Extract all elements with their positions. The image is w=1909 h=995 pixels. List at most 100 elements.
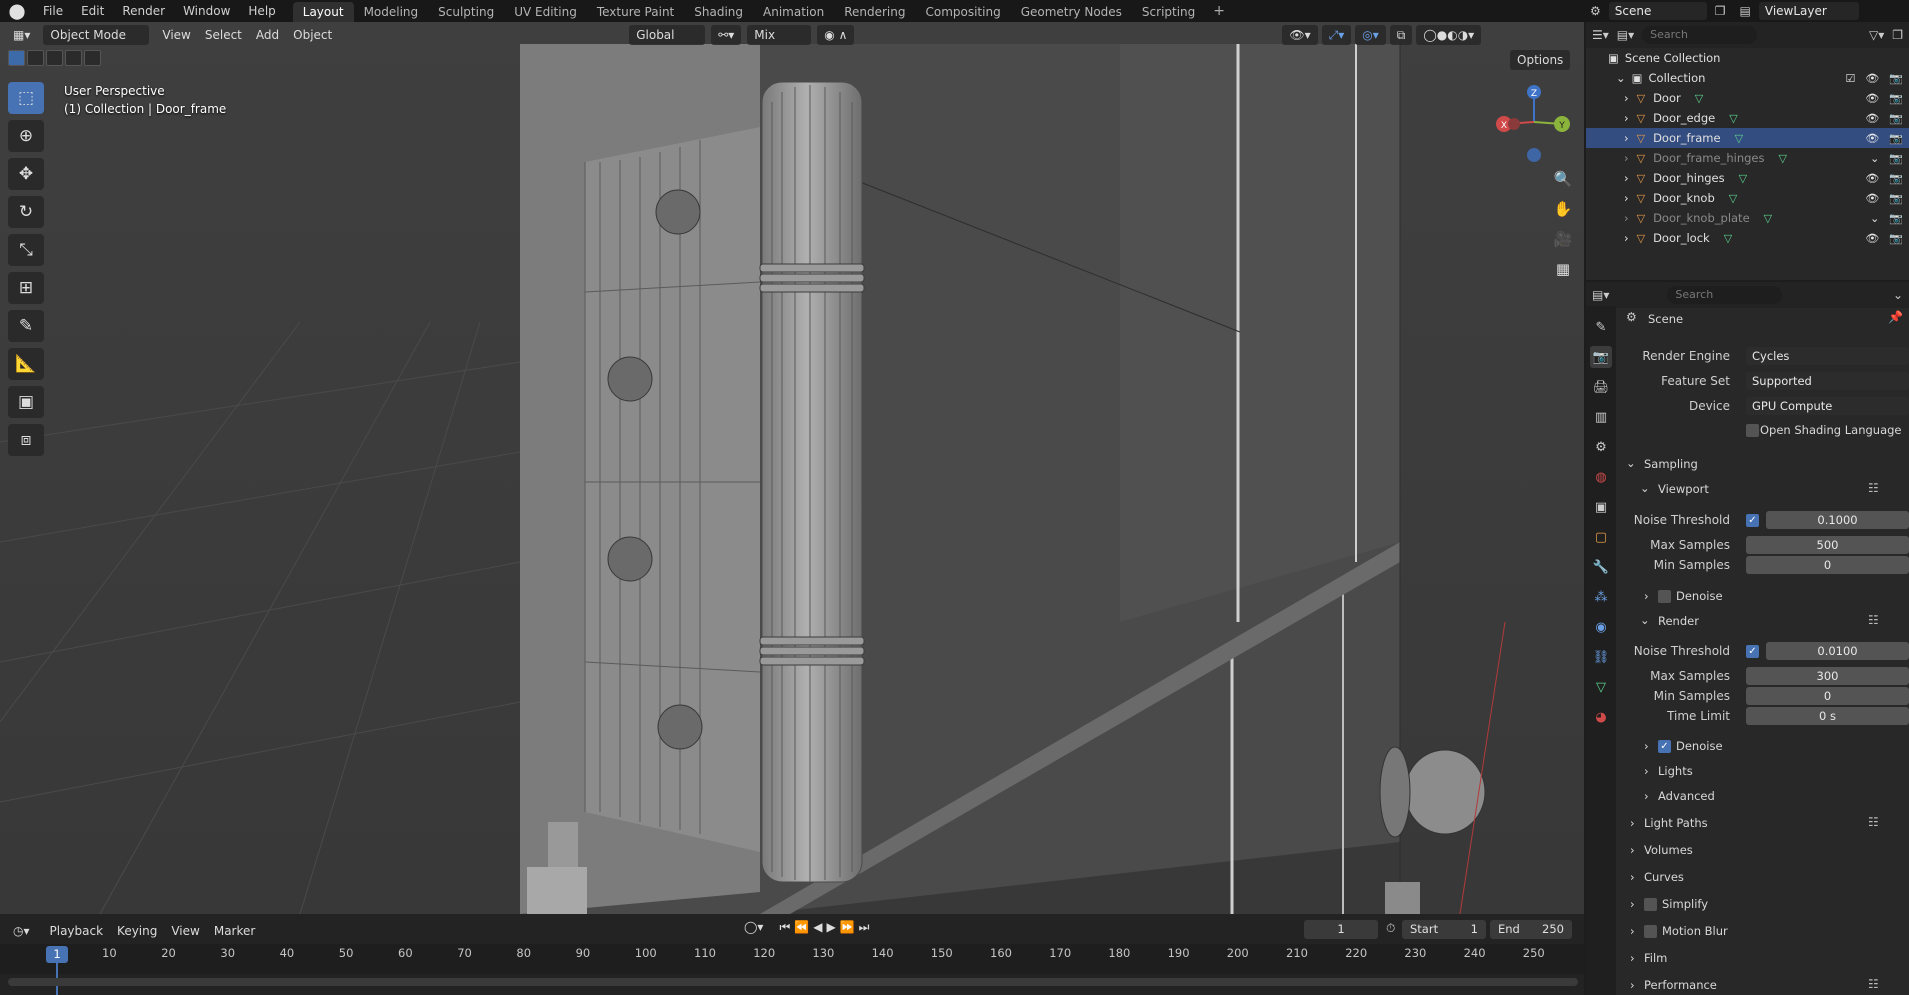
timeline-menu-view[interactable]: View [164, 921, 206, 941]
next-keyframe-icon[interactable]: ⏩ [840, 920, 855, 935]
camera-icon[interactable]: 📷 [1889, 192, 1903, 205]
select-new-icon[interactable] [8, 50, 25, 66]
chevron-right-icon[interactable]: › [1644, 589, 1649, 603]
select-box-tool-icon[interactable]: ⬚ [8, 82, 44, 114]
filter-icon[interactable]: ▽▾ [1869, 28, 1884, 42]
display-mode-icon[interactable]: ▤▾ [1617, 28, 1634, 42]
viewport-menu-view[interactable]: View [155, 25, 197, 45]
feature-set-dropdown[interactable]: Supported [1746, 372, 1909, 390]
tab-texture-paint[interactable]: Texture Paint [587, 2, 684, 22]
list-icon-4[interactable]: ☷ [1868, 977, 1879, 991]
viewport-menu-add[interactable]: Add [249, 25, 286, 45]
jump-start-icon[interactable]: ⏮ [779, 920, 790, 935]
viewport-menu-object[interactable]: Object [286, 25, 339, 45]
current-frame-field[interactable]: 1 [1304, 920, 1378, 939]
data-tab-icon[interactable]: ▽ [1590, 676, 1612, 698]
outliner-editor-icon[interactable]: ☰▾ [1592, 28, 1609, 42]
viewport-chevron-icon[interactable]: ⌄ [1640, 481, 1650, 495]
select-extend-icon[interactable] [27, 50, 44, 66]
properties-search-input[interactable]: Search [1667, 286, 1783, 304]
chevron-right-icon[interactable]: › [1644, 789, 1649, 803]
simplify-checkbox[interactable] [1644, 898, 1657, 911]
simplify-section[interactable]: Simplify [1662, 897, 1708, 911]
list-icon-3[interactable]: ☷ [1868, 815, 1879, 829]
play-reverse-icon[interactable]: ◀ [813, 920, 822, 935]
render-chevron-icon[interactable]: ⌄ [1640, 613, 1650, 627]
time-limit-field[interactable]: 0 s [1746, 707, 1909, 725]
collection-tab-icon[interactable]: ▣ [1590, 496, 1612, 518]
chevron-right-icon[interactable]: › [1624, 91, 1629, 105]
osl-checkbox[interactable] [1746, 424, 1759, 437]
r-max-field[interactable]: 300 [1746, 667, 1909, 685]
curves-section[interactable]: Curves [1644, 870, 1684, 884]
view-layer-field[interactable]: ViewLayer [1758, 2, 1859, 20]
scale-tool-icon[interactable]: ⤡ [8, 234, 44, 266]
menu-file[interactable]: File [34, 0, 72, 22]
transform-orientation-dropdown[interactable]: Global [629, 25, 706, 45]
tab-modeling[interactable]: Modeling [354, 2, 429, 22]
advanced-section[interactable]: Advanced [1658, 789, 1715, 803]
tab-layout[interactable]: Layout [292, 2, 354, 22]
cursor-tool-icon[interactable]: ⊕ [8, 120, 44, 152]
tab-shading[interactable]: Shading [684, 2, 753, 22]
outliner-row-door-knob[interactable]: › ▽ Door_knob ▽ 👁 📷 [1586, 188, 1909, 208]
chevron-right-icon[interactable]: › [1644, 764, 1649, 778]
eye-icon[interactable]: 👁 [1865, 92, 1879, 105]
outliner-search-input[interactable]: Search [1642, 26, 1758, 44]
camera-icon[interactable]: 📷 [1889, 172, 1903, 185]
eye-hidden-icon[interactable]: ⌄ [1870, 212, 1879, 225]
eye-icon[interactable]: 👁 [1865, 172, 1879, 185]
measure-tool-icon[interactable]: 📐 [8, 348, 44, 380]
camera-icon[interactable]: 📷 [1889, 232, 1903, 245]
camera-icon[interactable]: 📷 [1889, 112, 1903, 125]
camera-icon[interactable]: 📷 [1889, 212, 1903, 225]
camera-icon[interactable]: 📷 [1889, 152, 1903, 165]
navigation-gizmo[interactable]: Z X Y [1490, 80, 1570, 170]
scene-field[interactable]: Scene [1608, 2, 1707, 20]
outliner-row-door-lock[interactable]: › ▽ Door_lock ▽ 👁 📷 [1586, 228, 1909, 248]
object-tab-icon[interactable]: ▢ [1590, 526, 1612, 548]
light-paths-section[interactable]: Light Paths [1644, 816, 1708, 830]
select-subtract-icon[interactable] [46, 50, 63, 66]
world-tab-icon[interactable]: ◍ [1590, 466, 1612, 488]
chevron-right-icon[interactable]: › [1624, 211, 1629, 225]
end-frame-field[interactable]: End 250 [1490, 920, 1572, 939]
add-primitive-tool-icon[interactable]: ⧈ [8, 424, 44, 456]
volumes-section[interactable]: Volumes [1644, 843, 1693, 857]
play-icon[interactable]: ▶ [826, 920, 835, 935]
performance-section[interactable]: Performance [1644, 978, 1717, 992]
tab-animation[interactable]: Animation [753, 2, 834, 22]
pivot-icon[interactable]: ⚯▾ [711, 25, 742, 45]
timeline-editor-icon[interactable]: ◷▾ [6, 921, 37, 941]
outliner-row-door-knob-plate[interactable]: › ▽ Door_knob_plate ▽ ⌄ 📷 [1586, 208, 1909, 228]
transform-tool-icon[interactable]: ⊞ [8, 272, 44, 304]
timeline-menu-keying[interactable]: Keying [110, 921, 164, 941]
tool-tab-icon[interactable]: ✎ [1590, 316, 1612, 338]
viewport-subsection[interactable]: Viewport [1658, 482, 1709, 496]
eye-hidden-icon[interactable]: ⌄ [1870, 152, 1879, 165]
r-denoise-checkbox[interactable]: ✓ [1658, 740, 1671, 753]
visibility-icon[interactable]: 👁▾ [1282, 25, 1318, 45]
snap-mode-dropdown[interactable]: Mix [747, 25, 812, 45]
vp-min-field[interactable]: 0 [1746, 556, 1909, 574]
r-noise-checkbox[interactable]: ✓ [1746, 645, 1759, 658]
menu-help[interactable]: Help [239, 0, 284, 22]
chevron-right-icon[interactable]: › [1630, 870, 1635, 884]
list-icon[interactable]: ☷ [1868, 481, 1879, 495]
device-dropdown[interactable]: GPU Compute [1746, 397, 1909, 415]
tab-uv-editing[interactable]: UV Editing [504, 2, 587, 22]
tab-rendering[interactable]: Rendering [834, 2, 915, 22]
list-icon-2[interactable]: ☷ [1868, 613, 1879, 627]
annotate-tool-icon[interactable]: ✎ [8, 310, 44, 342]
new-collection-icon[interactable]: ❐ [1892, 28, 1903, 42]
editor-type-icon[interactable]: ▦▾ [6, 25, 37, 45]
chevron-right-icon[interactable]: › [1644, 739, 1649, 753]
chevron-right-icon[interactable]: › [1630, 978, 1635, 992]
sampling-chevron-icon[interactable]: ⌄ [1626, 456, 1636, 470]
chevron-right-icon[interactable]: › [1624, 111, 1629, 125]
outliner-row-door-frame-hinges[interactable]: › ▽ Door_frame_hinges ▽ ⌄ 📷 [1586, 148, 1909, 168]
properties-editor-icon[interactable]: ▤▾ [1592, 288, 1609, 302]
chevron-right-icon[interactable]: › [1624, 171, 1629, 185]
new-scene-icon[interactable]: ❐ [1715, 4, 1726, 18]
eye-icon[interactable]: 👁 [1865, 112, 1879, 125]
